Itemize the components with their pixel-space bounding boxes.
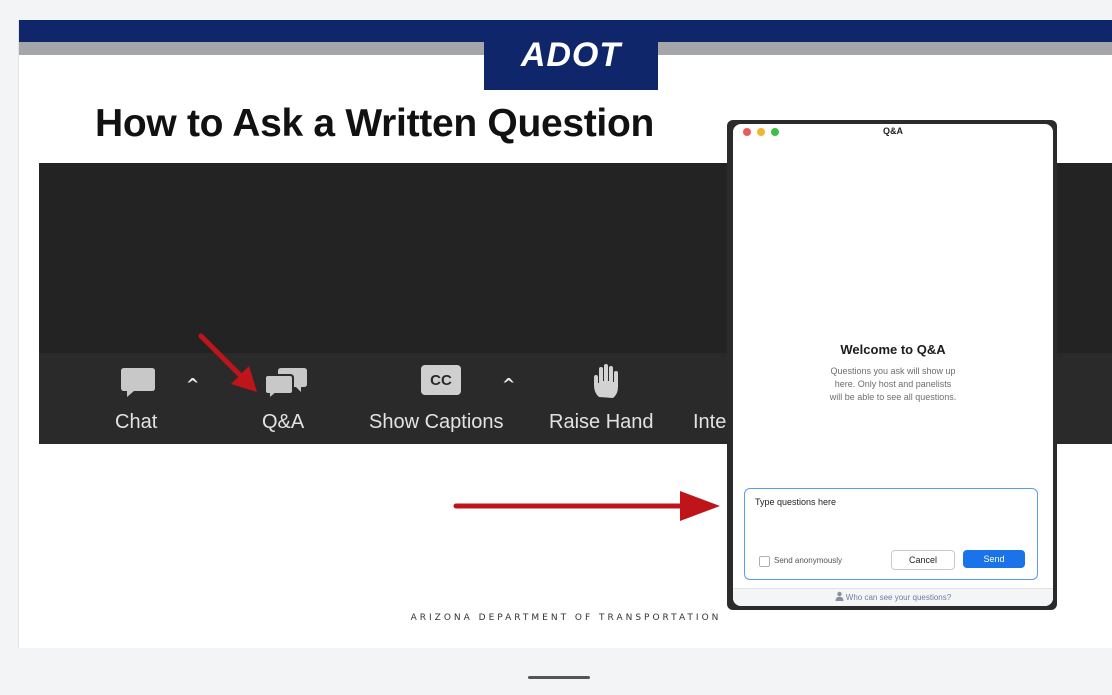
qa-label: Q&A	[262, 411, 305, 433]
show-captions-label: Show Captions	[369, 411, 504, 433]
qa-window: Q&A Welcome to Q&A Questions you ask wil…	[733, 124, 1053, 606]
who-can-see-link[interactable]: Who can see your questions?	[733, 588, 1053, 606]
person-icon	[835, 591, 844, 601]
chat-bubble-icon	[121, 368, 155, 397]
qa-bubbles-icon	[264, 368, 307, 400]
cc-icon: CC	[421, 365, 461, 395]
welcome-description: Questions you ask will show up here. Onl…	[803, 365, 983, 404]
who-can-see-label: Who can see your questions?	[845, 593, 952, 602]
welcome-line-2: here. Only host and panelists	[834, 379, 952, 389]
question-compose-box: Send anonymously Cancel Send	[744, 488, 1038, 580]
chat-label: Chat	[115, 411, 158, 433]
welcome-line-3: will be able to see all questions.	[829, 392, 957, 402]
welcome-heading: Welcome to Q&A	[840, 342, 946, 357]
scroll-handle[interactable]	[528, 676, 590, 679]
adot-logo: ADOT	[484, 20, 658, 90]
slide-footer: ARIZONA DEPARTMENT OF TRANSPORTATION	[410, 613, 722, 623]
captions-options-caret[interactable]: ^	[502, 375, 515, 394]
send-anonymously-checkbox[interactable]	[759, 556, 770, 567]
welcome-line-1: Questions you ask will show up	[830, 366, 956, 376]
adot-logo-text: ADOT	[520, 35, 622, 74]
raise-hand-label: Raise Hand	[549, 411, 654, 433]
red-arrow-to-input-icon	[453, 491, 720, 521]
red-arrow-to-qa-icon	[198, 333, 257, 392]
interpretation-label-truncated[interactable]: Inte	[693, 411, 726, 434]
slide-title: How to Ask a Written Question	[95, 102, 655, 145]
question-input[interactable]	[755, 497, 1025, 507]
raise-hand-icon	[594, 364, 618, 398]
qa-window-title: Q&A	[883, 126, 903, 136]
cancel-button[interactable]: Cancel	[891, 550, 955, 570]
send-anonymously-label: Send anonymously	[774, 556, 843, 565]
send-button[interactable]: Send	[963, 550, 1025, 568]
